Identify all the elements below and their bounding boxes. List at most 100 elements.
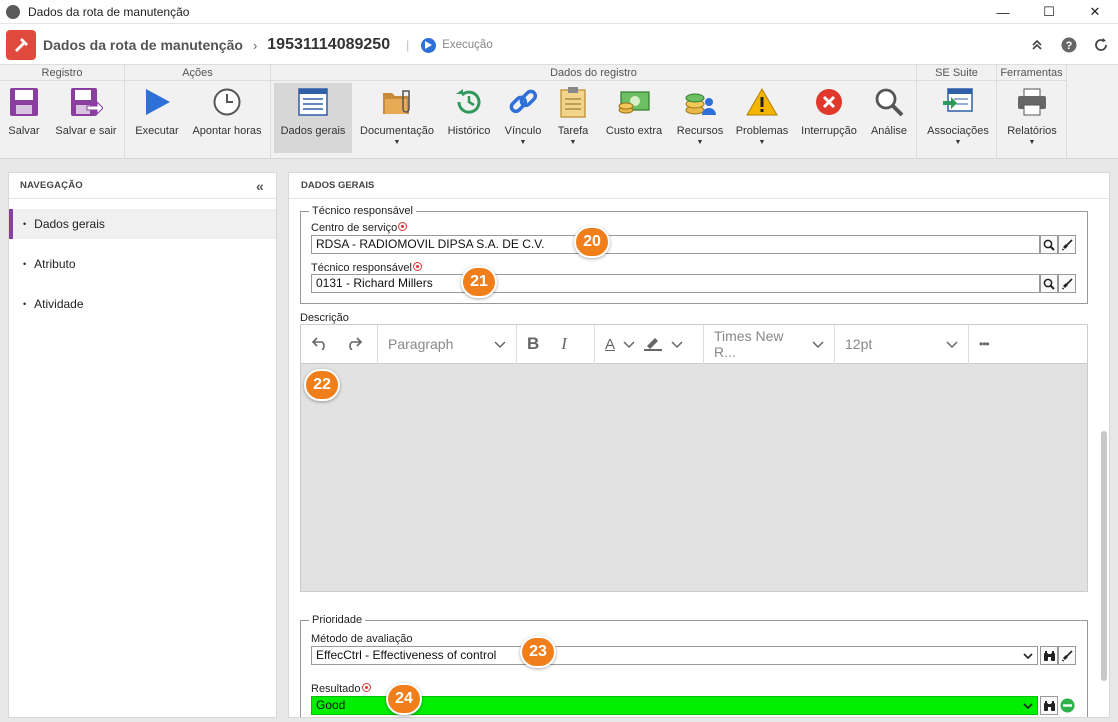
- chevron-down-icon[interactable]: [671, 336, 683, 352]
- search-icon[interactable]: [1040, 274, 1058, 293]
- tarefa-button[interactable]: Tarefa ▼: [550, 83, 596, 153]
- nav-item-dados-gerais[interactable]: • Dados gerais: [9, 209, 276, 239]
- dropdown-caret-icon: ▼: [519, 139, 527, 146]
- window-controls: — ☐ ✕: [980, 0, 1118, 24]
- page-title: Dados da rota de manutenção: [43, 37, 243, 53]
- text-color-button[interactable]: A: [605, 336, 615, 353]
- recursos-button[interactable]: Recursos ▼: [672, 83, 728, 153]
- analise-button[interactable]: Análise: [865, 83, 913, 153]
- chevron-down-icon: [946, 336, 958, 352]
- bold-button[interactable]: B: [527, 334, 539, 354]
- problemas-label: Problemas: [735, 125, 789, 137]
- money-icon: [614, 83, 654, 121]
- save-icon: [4, 83, 44, 121]
- more-options-icon[interactable]: •••: [979, 337, 990, 351]
- status-indicator-icon: [1058, 696, 1076, 715]
- relatorios-button[interactable]: Relatórios ▼: [1001, 83, 1063, 153]
- historico-button[interactable]: Histórico: [442, 83, 496, 153]
- historico-label: Histórico: [447, 125, 491, 137]
- chevron-down-icon[interactable]: [623, 336, 635, 352]
- associacoes-label: Associações: [927, 125, 989, 137]
- custo-extra-label: Custo extra: [605, 125, 663, 137]
- tecnico-field[interactable]: 0131 - Richard Millers: [311, 274, 1040, 293]
- clear-broom-icon[interactable]: [1058, 646, 1076, 665]
- callout-badge: 23: [520, 636, 556, 668]
- block-format-value: Paragraph: [388, 336, 454, 352]
- font-family-select[interactable]: Times New R...: [704, 324, 835, 364]
- interrupcao-label: Interrupção: [801, 125, 857, 137]
- header-actions: ?: [1028, 25, 1110, 65]
- search-icon[interactable]: [1040, 235, 1058, 254]
- app-icon: [6, 4, 20, 19]
- group-title: SE Suite: [917, 65, 996, 81]
- apontar-horas-label: Apontar horas: [192, 125, 262, 137]
- save-exit-icon: [66, 83, 106, 121]
- group-se-suite: SE Suite Associações ▼: [917, 65, 997, 159]
- binoculars-icon[interactable]: [1040, 646, 1058, 665]
- maximize-button[interactable]: ☐: [1026, 0, 1072, 24]
- minimize-button[interactable]: —: [980, 0, 1026, 24]
- header-divider: |: [406, 38, 410, 52]
- clear-broom-icon[interactable]: [1058, 235, 1076, 254]
- binoculars-icon[interactable]: [1040, 696, 1058, 715]
- clock-icon: [207, 83, 247, 121]
- refresh-icon[interactable]: [1092, 36, 1110, 54]
- interrupcao-button[interactable]: Interrupção: [797, 83, 861, 153]
- font-family-value: Times New R...: [714, 328, 784, 360]
- salvar-e-sair-button[interactable]: Salvar e sair: [52, 83, 120, 153]
- help-icon[interactable]: ?: [1060, 36, 1078, 54]
- stop-x-icon: [809, 83, 849, 121]
- bullet-icon: •: [23, 259, 27, 269]
- page-header: Dados da rota de manutenção › 1953111408…: [0, 25, 1118, 65]
- nav-item-atributo[interactable]: • Atributo: [9, 249, 276, 279]
- callout-badge: 22: [304, 369, 340, 401]
- redo-icon[interactable]: [345, 336, 363, 353]
- nav-item-label: Atividade: [34, 297, 84, 311]
- salvar-button[interactable]: Salvar: [2, 83, 46, 153]
- executar-button[interactable]: Executar: [131, 83, 183, 153]
- dados-gerais-button[interactable]: Dados gerais: [274, 83, 352, 153]
- rich-text-editor: Paragraph B I A Times New R... 12pt •••: [300, 324, 1088, 592]
- navigation-panel: NAVEGAÇÃO « • Dados gerais • Atributo • …: [8, 172, 277, 718]
- custo-extra-button[interactable]: Custo extra: [600, 83, 668, 153]
- metodo-select[interactable]: EffecCtrl - Effectiveness of control: [311, 646, 1038, 665]
- dropdown-caret-icon: ▼: [758, 139, 766, 146]
- resultado-value: Good: [316, 698, 346, 712]
- editor-toolbar: Paragraph B I A Times New R... 12pt •••: [301, 324, 1087, 364]
- vertical-scrollbar[interactable]: [1101, 431, 1107, 681]
- apontar-horas-button[interactable]: Apontar horas: [189, 83, 265, 153]
- main-panel: DADOS GERAIS Técnico responsável Centro …: [288, 172, 1110, 718]
- italic-button[interactable]: I: [561, 334, 567, 354]
- magnifier-icon: [869, 83, 909, 121]
- documentacao-button[interactable]: Documentação ▼: [357, 83, 437, 153]
- chevron-down-icon: [1023, 649, 1033, 666]
- navigation-header: NAVEGAÇÃO «: [9, 173, 276, 199]
- problemas-button[interactable]: Problemas ▼: [732, 83, 792, 153]
- clear-broom-icon[interactable]: [1058, 274, 1076, 293]
- svg-text:?: ?: [1066, 40, 1073, 52]
- analise-label: Análise: [870, 125, 908, 137]
- highlight-pen-icon[interactable]: [643, 335, 663, 354]
- editor-content-area[interactable]: [301, 364, 1087, 591]
- descricao-label: Descrição: [300, 312, 349, 324]
- resultado-label: Resultado: [311, 683, 371, 695]
- group-title: Registro: [0, 65, 124, 81]
- centro-label: Centro de serviço: [311, 222, 408, 234]
- history-icon: [449, 83, 489, 121]
- font-size-select[interactable]: 12pt: [835, 324, 969, 364]
- nav-item-label: Atributo: [34, 257, 76, 271]
- close-button[interactable]: ✕: [1072, 0, 1118, 24]
- nav-item-atividade[interactable]: • Atividade: [9, 289, 276, 319]
- collapse-up-icon[interactable]: [1028, 36, 1046, 54]
- associacoes-button[interactable]: Associações ▼: [923, 83, 993, 153]
- status-badge: Execução: [421, 37, 493, 53]
- associations-icon: [938, 83, 978, 121]
- vinculo-button[interactable]: Vínculo ▼: [499, 83, 547, 153]
- undo-icon[interactable]: [311, 336, 329, 353]
- tarefa-label: Tarefa: [557, 125, 589, 137]
- tools-logo-icon: [6, 30, 36, 60]
- centro-field[interactable]: RDSA - RADIOMOVIL DIPSA S.A. DE C.V.: [311, 235, 1040, 254]
- ribbon-toolbar: Registro Salvar Salvar e sair Ações Exec…: [0, 64, 1118, 159]
- block-format-select[interactable]: Paragraph: [378, 324, 517, 364]
- collapse-panel-icon[interactable]: «: [256, 178, 264, 194]
